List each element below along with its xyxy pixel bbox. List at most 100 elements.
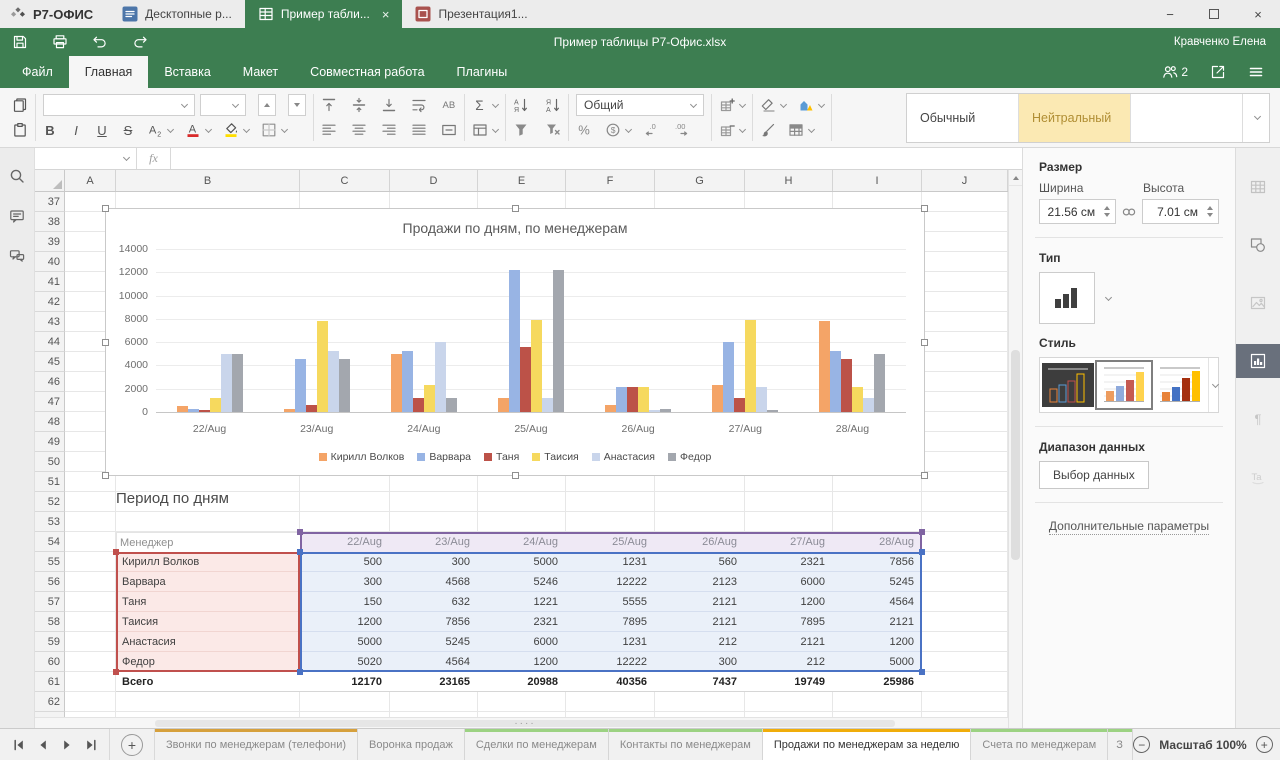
table-cell-value[interactable]: 5245 (390, 632, 478, 652)
row-header[interactable]: 38 (35, 212, 65, 232)
align-right-button[interactable] (381, 122, 397, 138)
table-cell-value[interactable]: 6000 (745, 572, 833, 592)
row-header[interactable]: 42 (35, 292, 65, 312)
sort-ascending-button[interactable]: АЯ (513, 97, 529, 113)
hamburger-menu-icon[interactable] (1248, 64, 1264, 80)
column-header-B[interactable]: B (116, 170, 300, 191)
table-cell-value[interactable]: 212 (655, 632, 745, 652)
row-header[interactable]: 55 (35, 552, 65, 572)
row-header[interactable]: 47 (35, 392, 65, 412)
chart-style-light[interactable] (1154, 363, 1206, 407)
named-ranges-button[interactable] (472, 122, 498, 138)
table-cell-value[interactable]: 5000 (478, 552, 566, 572)
table-cell-value[interactable]: 1200 (300, 612, 390, 632)
table-cell-value[interactable]: 5020 (300, 652, 390, 672)
column-header-I[interactable]: I (833, 170, 922, 191)
horizontal-scrollbar[interactable]: ···· (35, 717, 1008, 728)
scroll-up-icon[interactable] (1013, 176, 1019, 180)
resize-handle[interactable] (512, 205, 519, 212)
first-sheet-icon[interactable] (9, 735, 28, 754)
subscript-button[interactable]: A2 (147, 122, 173, 138)
chart-type-button[interactable] (1039, 272, 1095, 324)
row-header[interactable]: 59 (35, 632, 65, 652)
next-sheet-icon[interactable] (57, 735, 76, 754)
zoom-in-button[interactable]: + (1256, 736, 1273, 753)
table-cell-value[interactable]: 7895 (745, 612, 833, 632)
copy-button[interactable] (12, 97, 28, 113)
save-icon[interactable] (12, 34, 28, 50)
sheet-tab[interactable]: Продажи по менеджерам за неделю (763, 729, 972, 760)
cell-style-option[interactable]: Обычный (907, 94, 1019, 142)
table-cell-value[interactable]: 632 (390, 592, 478, 612)
sheet-tab[interactable]: Контакты по менеджерам (609, 729, 763, 760)
document-tab[interactable]: Десктопные р... (109, 0, 245, 28)
format-as-table-button[interactable] (788, 122, 814, 138)
data-table[interactable]: Менеджер22/Aug23/Aug24/Aug25/Aug26/Aug27… (116, 532, 922, 692)
table-cell-value[interactable]: 1200 (833, 632, 922, 652)
chart-style-selected[interactable] (1098, 363, 1150, 407)
range-handle[interactable] (297, 669, 303, 675)
range-handle[interactable] (919, 529, 925, 535)
chevron-down-icon[interactable] (1105, 293, 1112, 300)
table-column-header[interactable]: 23/Aug (390, 532, 478, 552)
table-cell-name[interactable]: Федор (116, 652, 300, 672)
row-header[interactable]: 61 (35, 672, 65, 692)
image-settings-icon[interactable] (1236, 286, 1280, 320)
cell-style-option[interactable]: Нейтральный (1019, 94, 1131, 142)
lock-aspect-ratio-icon[interactable] (1116, 204, 1142, 220)
row-header[interactable]: 62 (35, 692, 65, 712)
table-cell-name[interactable]: Таисия (116, 612, 300, 632)
column-header-A[interactable]: A (65, 170, 116, 191)
table-cell-value[interactable]: 4564 (833, 592, 922, 612)
row-header[interactable]: 49 (35, 432, 65, 452)
text-orientation-button[interactable]: AB (441, 97, 457, 113)
menu-item-главная[interactable]: Главная (69, 56, 149, 88)
borders-button[interactable] (261, 122, 287, 138)
add-sheet-button[interactable]: + (121, 734, 143, 756)
align-bottom-button[interactable] (381, 97, 397, 113)
chevron-up-icon[interactable] (1207, 206, 1213, 210)
font-size-select[interactable] (200, 94, 246, 116)
table-cell-value[interactable]: 300 (300, 572, 390, 592)
maximize-button[interactable] (1192, 0, 1236, 28)
table-cell-value[interactable]: 212 (745, 652, 833, 672)
table-column-header[interactable]: 22/Aug (300, 532, 390, 552)
increase-font-button[interactable] (258, 94, 276, 116)
table-cell-value[interactable]: 2321 (745, 552, 833, 572)
table-cell-value[interactable]: 1200 (478, 652, 566, 672)
zoom-out-button[interactable]: − (1133, 736, 1150, 753)
chevron-down-icon[interactable] (1104, 213, 1110, 217)
merge-cells-button[interactable] (441, 122, 457, 138)
align-left-button[interactable] (321, 122, 337, 138)
autosum-button[interactable]: Σ (472, 97, 498, 113)
table-cell-value[interactable]: 1231 (566, 632, 655, 652)
table-cell-value[interactable]: 7856 (833, 552, 922, 572)
chevron-down-icon[interactable] (1207, 213, 1213, 217)
table-cell-value[interactable]: 7856 (390, 612, 478, 632)
menu-item-макет[interactable]: Макет (227, 56, 294, 88)
menu-item-совместная работа[interactable]: Совместная работа (294, 56, 440, 88)
table-cell-value[interactable]: 300 (655, 652, 745, 672)
column-header-H[interactable]: H (745, 170, 833, 191)
table-cell-value[interactable]: 1231 (566, 552, 655, 572)
height-stepper[interactable]: 7.01 см (1142, 199, 1219, 224)
row-header[interactable]: 37 (35, 192, 65, 212)
row-header[interactable]: 53 (35, 512, 65, 532)
font-name-select[interactable] (43, 94, 195, 116)
table-cell-value[interactable]: 5000 (833, 652, 922, 672)
underline-button[interactable]: U (95, 123, 109, 138)
print-icon[interactable] (52, 34, 68, 50)
decrease-decimal-button[interactable]: .0 (644, 122, 660, 138)
row-header[interactable]: 41 (35, 272, 65, 292)
comment-icon[interactable] (9, 208, 25, 224)
bold-button[interactable]: B (43, 123, 57, 138)
table-cell-value[interactable]: 4564 (390, 652, 478, 672)
row-header[interactable]: 51 (35, 472, 65, 492)
table-cell-value[interactable]: 5245 (833, 572, 922, 592)
chat-icon[interactable] (9, 248, 25, 264)
table-cell-value[interactable]: 4568 (390, 572, 478, 592)
sheet-tab[interactable]: Звонки по менеджерам (телефони) (155, 729, 358, 760)
range-handle[interactable] (919, 549, 925, 555)
last-sheet-icon[interactable] (81, 735, 100, 754)
app-logo[interactable]: Р7-ОФИС (0, 0, 109, 28)
